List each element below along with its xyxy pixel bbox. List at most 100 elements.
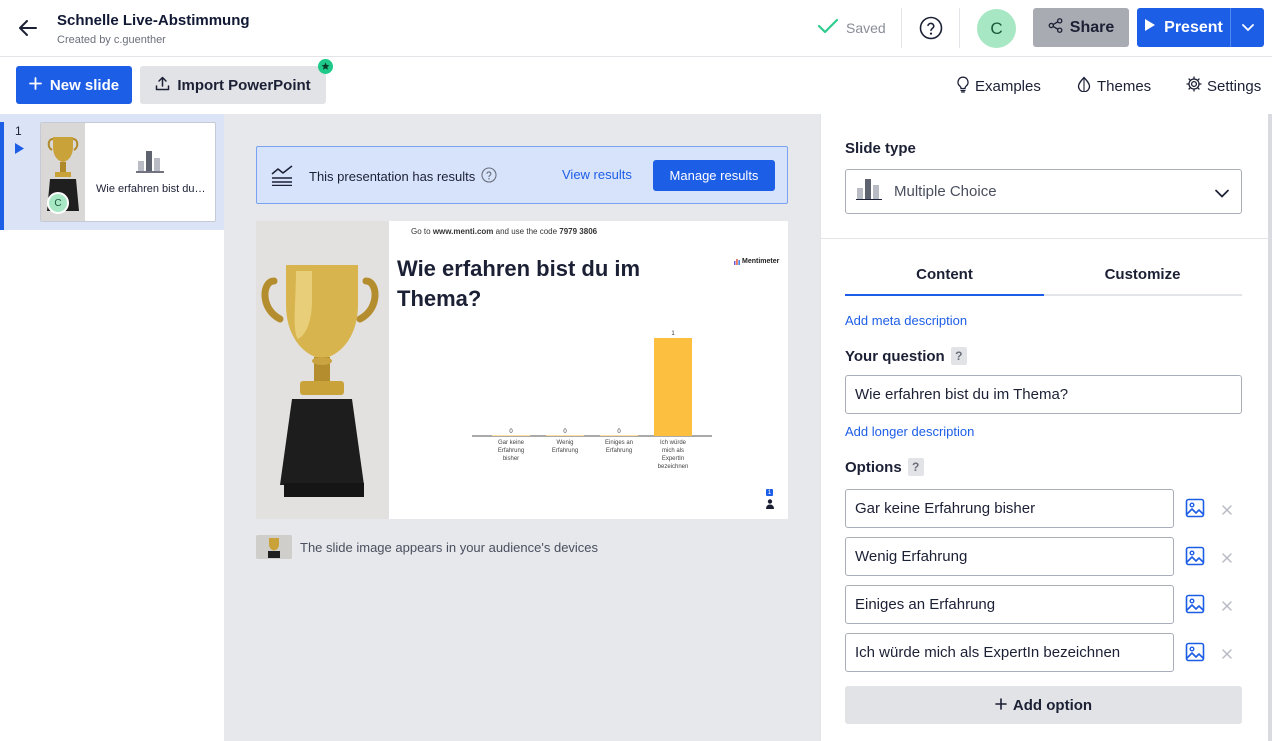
present-options-chevron-icon[interactable] <box>1231 8 1264 47</box>
add-image-icon[interactable] <box>1185 546 1207 568</box>
chart-bar <box>600 435 638 436</box>
saved-status: Saved <box>817 18 886 37</box>
divider <box>901 8 902 48</box>
help-icon[interactable]: ? <box>950 347 967 365</box>
chart-category-label: Ich würde mich als ExpertIn bezeichnen <box>658 440 689 470</box>
add-option-button[interactable]: Add option <box>845 686 1242 724</box>
option-input[interactable]: Ich würde mich als ExpertIn bezeichnen <box>845 633 1174 672</box>
join-instructions: Go to www.menti.com and use the code 797… <box>411 227 597 236</box>
new-slide-label: New slide <box>49 76 120 94</box>
check-icon <box>817 18 839 37</box>
drop-icon <box>1076 76 1092 96</box>
add-option-label: Add option <box>1012 696 1093 714</box>
plus-icon <box>995 697 1007 714</box>
mentimeter-logo: Mentimeter <box>734 258 779 265</box>
examples-label: Examples <box>975 78 1041 95</box>
slide-type-value: Multiple Choice <box>894 183 997 200</box>
tab-content[interactable]: Content <box>845 266 1044 296</box>
back-arrow-icon[interactable] <box>16 16 40 40</box>
active-indicator <box>0 122 4 230</box>
themes-link[interactable]: Themes <box>1076 76 1151 96</box>
options-label: Options <box>845 458 902 476</box>
chevron-down-icon <box>1215 185 1229 203</box>
chart-value-label: 1 <box>671 331 675 337</box>
chart-bar <box>546 435 584 436</box>
add-meta-description-link[interactable]: Add meta description <box>845 313 967 328</box>
settings-link[interactable]: Settings <box>1186 76 1261 96</box>
slide-thumbnail-row[interactable]: 1 Wie erfahren bist du im Thema? C <box>0 114 224 230</box>
present-button-group: Present <box>1137 8 1264 47</box>
add-image-icon[interactable] <box>1185 498 1207 520</box>
remove-option-icon[interactable] <box>1221 647 1237 663</box>
import-powerpoint-button[interactable]: Import PowerPoint <box>140 66 326 104</box>
editor-toolbar: New slide Import PowerPoint Examples The… <box>0 57 1272 114</box>
join-code: 7979 3806 <box>559 227 598 236</box>
bar-chart-icon <box>856 178 882 205</box>
person-icon <box>766 499 774 509</box>
chart-bar <box>654 338 692 436</box>
user-avatar[interactable]: C <box>977 9 1016 48</box>
scrollbar[interactable] <box>1268 114 1272 741</box>
slide-image-caption: The slide image appears in your audience… <box>256 535 598 559</box>
present-button[interactable]: Present <box>1137 8 1230 47</box>
lightbulb-icon <box>956 76 970 97</box>
question-label-group: Your question ? <box>845 347 967 365</box>
audience-count: 1 <box>766 489 773 496</box>
join-middle: and use the code <box>495 227 558 236</box>
slide-preview[interactable]: Go to www.menti.com and use the code 797… <box>256 221 788 519</box>
option-input[interactable]: Wenig Erfahrung <box>845 537 1174 576</box>
manage-results-button[interactable]: Manage results <box>653 160 775 191</box>
slide-number: 1 <box>15 124 22 138</box>
help-icon[interactable] <box>919 16 943 40</box>
remove-option-icon[interactable] <box>1221 503 1237 519</box>
remove-option-icon[interactable] <box>1221 551 1237 567</box>
option-input[interactable]: Einiges an Erfahrung <box>845 585 1174 624</box>
add-longer-description-link[interactable]: Add longer description <box>845 424 974 439</box>
help-icon[interactable]: ? <box>907 458 924 476</box>
chart-value-label: 0 <box>617 429 621 435</box>
view-results-link[interactable]: View results <box>562 167 632 182</box>
question-input[interactable]: Wie erfahren bist du im Thema? <box>845 375 1242 414</box>
present-label: Present <box>1164 18 1223 36</box>
audience-counter: 1 <box>764 489 776 511</box>
settings-label: Settings <box>1207 77 1262 95</box>
slide-type-label: Slide type <box>845 140 916 157</box>
chart-bar <box>492 435 530 436</box>
presentation-title[interactable]: Schnelle Live-Abstimmung <box>57 12 250 29</box>
new-slide-button[interactable]: New slide <box>16 66 132 104</box>
slide-thumbnail-title: Wie erfahren bist du im Thema? <box>96 183 208 195</box>
trophy-image <box>256 221 389 519</box>
brand-name: Mentimeter <box>742 258 780 265</box>
join-prefix: Go to <box>411 227 431 236</box>
remove-option-icon[interactable] <box>1221 599 1237 615</box>
chart-category-label: Einiges an Erfahrung <box>605 440 633 454</box>
import-label: Import PowerPoint <box>177 76 311 94</box>
caption-text: The slide image appears in your audience… <box>300 539 599 555</box>
slide-type-select[interactable]: Multiple Choice <box>845 169 1242 214</box>
plus-icon <box>28 76 42 94</box>
join-url: www.menti.com <box>432 227 494 236</box>
chart-category-label: Gar keine Erfahrung bisher <box>498 440 525 462</box>
slides-panel: 1 Wie erfahren bist du im Thema? C <box>0 114 224 741</box>
add-image-icon[interactable] <box>1185 594 1207 616</box>
chart-value-label: 0 <box>509 429 513 435</box>
tab-customize[interactable]: Customize <box>1043 266 1242 296</box>
themes-label: Themes <box>1097 77 1152 95</box>
examples-link[interactable]: Examples <box>956 76 1041 97</box>
add-image-icon[interactable] <box>1185 642 1207 664</box>
info-icon[interactable] <box>481 167 497 186</box>
results-bar-chart: 0 Gar keine Erfahrung bisher 0 Wenig Erfahrung… <box>472 331 712 470</box>
divider <box>821 238 1269 239</box>
chart-value-label: 0 <box>563 429 567 435</box>
results-banner: This presentation has results View resul… <box>256 146 788 204</box>
results-text-group: This presentation has results <box>309 167 497 186</box>
bar-chart-icon <box>136 149 164 178</box>
created-by: Created by c.guenther <box>57 34 166 46</box>
gear-icon <box>1186 76 1202 96</box>
play-icon[interactable] <box>14 142 25 160</box>
share-button[interactable]: Share <box>1033 8 1129 47</box>
divider <box>959 8 960 48</box>
chart-category-label: Wenig Erfahrung <box>552 440 578 454</box>
share-icon <box>1048 17 1063 38</box>
option-input[interactable]: Gar keine Erfahrung bisher <box>845 489 1174 528</box>
